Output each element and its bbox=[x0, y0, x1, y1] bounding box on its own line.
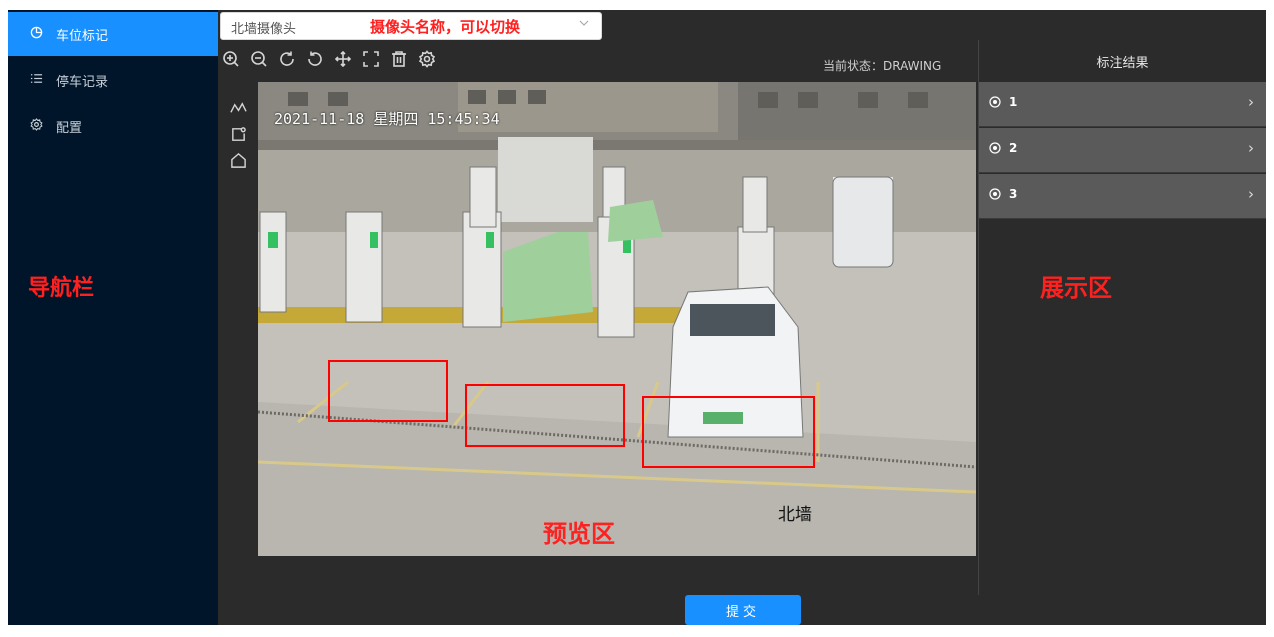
camera-image bbox=[258, 82, 976, 556]
zoom-out-icon[interactable] bbox=[248, 48, 270, 70]
result-item-2[interactable]: 2 › bbox=[979, 128, 1266, 173]
rect-icon[interactable] bbox=[228, 121, 248, 147]
sidebar-item-parking-records[interactable]: 停车记录 bbox=[8, 58, 218, 102]
result-item-1[interactable]: 1 › bbox=[979, 82, 1266, 127]
app-window: 车位标记 停车记录 配置 导航栏 北墙摄像头 摄像头名称，可以切换 当前状态：D… bbox=[8, 10, 1266, 625]
zoom-in-icon[interactable] bbox=[220, 48, 242, 70]
preview-timestamp: 2021-11-18 星期四 15:45:34 bbox=[274, 110, 500, 128]
camera-annotation: 摄像头名称，可以切换 bbox=[370, 18, 521, 36]
camera-preview[interactable]: 2021-11-18 星期四 15:45:34 北墙 预览区 bbox=[258, 82, 976, 556]
delete-icon[interactable] bbox=[388, 48, 410, 70]
sidebar: 车位标记 停车记录 配置 导航栏 bbox=[8, 10, 218, 625]
chevron-right-icon: › bbox=[1248, 185, 1254, 203]
annotation-box-1[interactable] bbox=[328, 360, 448, 422]
camera-select-value: 北墙摄像头 bbox=[231, 22, 297, 37]
target-icon bbox=[989, 142, 1001, 154]
target-icon bbox=[989, 96, 1001, 108]
preview-camera-label: 北墙 bbox=[778, 505, 812, 525]
chevron-right-icon: › bbox=[1248, 139, 1254, 157]
result-item-label: 3 bbox=[1009, 187, 1018, 201]
draw-tools bbox=[228, 95, 248, 173]
sidebar-item-parking-marking[interactable]: 车位标记 bbox=[8, 12, 218, 56]
target-icon bbox=[989, 188, 1001, 200]
move-icon[interactable] bbox=[332, 48, 354, 70]
annotation-box-3[interactable] bbox=[642, 396, 815, 468]
settings-icon[interactable] bbox=[416, 48, 438, 70]
display-annotation: 展示区 bbox=[1040, 274, 1112, 302]
nav-annotation: 导航栏 bbox=[28, 276, 95, 301]
preview-annotation: 预览区 bbox=[543, 520, 615, 548]
sidebar-item-label: 配置 bbox=[56, 120, 83, 136]
chevron-right-icon: › bbox=[1248, 93, 1254, 111]
polygon-icon[interactable] bbox=[228, 147, 248, 173]
chevron-down-icon bbox=[579, 17, 589, 31]
result-item-label: 2 bbox=[1009, 141, 1018, 155]
results-header: 标注结果 bbox=[1096, 56, 1149, 71]
rotate-cw-icon[interactable] bbox=[276, 48, 298, 70]
sidebar-item-label: 停车记录 bbox=[56, 74, 109, 90]
result-item-3[interactable]: 3 › bbox=[979, 174, 1266, 219]
annotation-box-2[interactable] bbox=[465, 384, 625, 447]
sidebar-item-config[interactable]: 配置 bbox=[8, 104, 218, 148]
polyline-icon[interactable] bbox=[228, 95, 248, 121]
image-toolbar bbox=[220, 48, 444, 72]
sidebar-item-label: 车位标记 bbox=[56, 28, 109, 44]
current-status: 当前状态：DRAWING bbox=[823, 59, 942, 73]
list-icon bbox=[28, 72, 44, 89]
gear-icon bbox=[28, 117, 44, 135]
rotate-ccw-icon[interactable] bbox=[304, 48, 326, 70]
result-item-label: 1 bbox=[1009, 95, 1018, 109]
pie-chart-icon bbox=[28, 26, 44, 43]
submit-button[interactable]: 提交 bbox=[685, 595, 801, 625]
fullscreen-icon[interactable] bbox=[360, 48, 382, 70]
